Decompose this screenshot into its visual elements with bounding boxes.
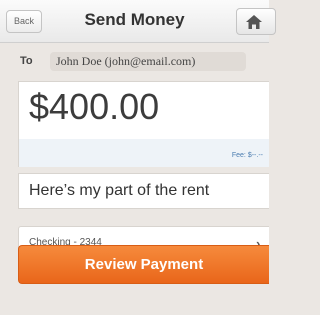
recipient-chip[interactable]: John Doe (john@email.com): [50, 52, 246, 71]
page-title: Send Money: [84, 10, 185, 29]
amount-input[interactable]: $400.00: [29, 86, 159, 128]
review-payment-button[interactable]: Review Payment: [18, 245, 269, 284]
amount-card[interactable]: $400.00 Fee: $--.--: [18, 81, 269, 167]
home-button[interactable]: [236, 8, 276, 35]
to-label: To: [20, 55, 33, 67]
navigation-bar: Back Send Money: [0, 0, 276, 43]
fee-strip: Fee: $--.--: [19, 139, 269, 167]
home-icon: [246, 15, 262, 29]
fee-label: Fee: $--.--: [231, 152, 263, 159]
memo-input[interactable]: Here’s my part of the rent: [18, 173, 269, 209]
